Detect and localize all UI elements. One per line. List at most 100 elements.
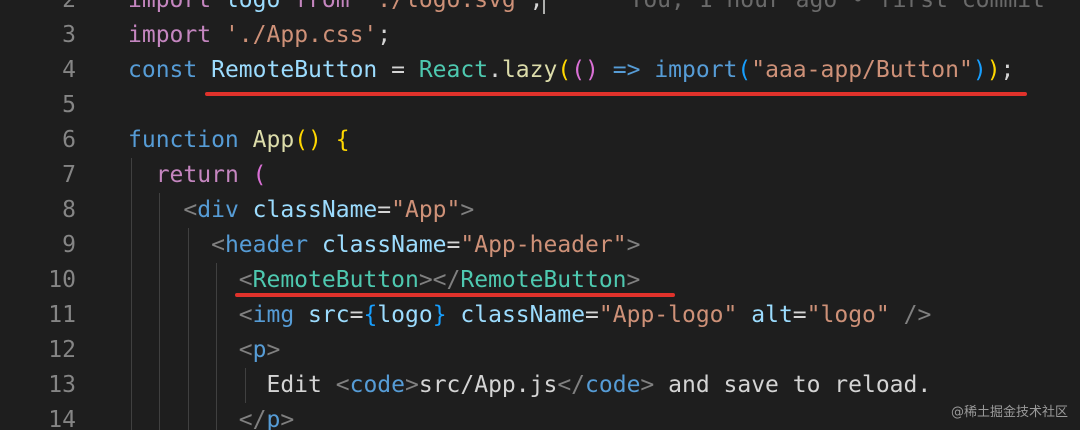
code-line[interactable]: 14 </p>	[0, 403, 1080, 430]
code-token: >	[626, 267, 641, 293]
code-token: header	[224, 232, 309, 258]
code-token: >	[280, 407, 295, 430]
code-token: ;	[529, 0, 544, 13]
indent-guide	[245, 368, 246, 403]
code-token: './logo.svg'	[363, 0, 530, 13]
code-token: const	[128, 57, 198, 83]
line-number: 2	[62, 0, 76, 13]
code-text: </p>	[128, 403, 294, 430]
code-token: "App"	[391, 197, 461, 223]
code-token: App	[252, 127, 295, 153]
annotation-underline-remote-button-import	[205, 92, 1027, 96]
code-line[interactable]: 9 <header className="App-header">	[0, 228, 1080, 263]
code-token: =	[377, 197, 392, 223]
code-token: div	[197, 197, 239, 223]
watermark: @稀土掘金技术社区	[950, 405, 1068, 420]
code-text: <img src={logo} className="App-logo" alt…	[128, 298, 932, 333]
code-token: )	[972, 57, 987, 83]
git-blame-annotation: You, 1 hour ago • first commit	[629, 0, 1045, 13]
code-token: >	[626, 232, 641, 258]
indent-guide	[159, 193, 160, 430]
code-line[interactable]: 2 import logo from './logo.svg'; You, 1 ho…	[0, 0, 1080, 18]
annotation-underline-remote-button-usage	[235, 293, 675, 297]
code-token: />	[903, 302, 932, 328]
code-line[interactable]: 8 <div className="App">	[0, 193, 1080, 228]
code-text: import './App.css';	[128, 18, 391, 53]
code-token: alt	[751, 302, 793, 328]
code-token: <	[238, 337, 253, 363]
code-token: {	[335, 127, 350, 153]
code-editor[interactable]: 2 import logo from './logo.svg'; You, 1 ho…	[0, 0, 1080, 430]
code-token: <	[183, 197, 198, 223]
line-number: 7	[62, 162, 76, 188]
code-token: =	[377, 57, 419, 83]
code-token: =>	[612, 57, 641, 83]
indent-guide	[216, 263, 217, 430]
code-text: <p>	[128, 333, 281, 368]
line-number: 6	[62, 127, 76, 153]
code-text: const RemoteButton = React.lazy(() => im…	[128, 53, 1014, 88]
code-token: import	[128, 0, 212, 13]
code-token: RemoteButton	[460, 267, 627, 293]
code-token: {	[363, 302, 378, 328]
line-number: 14	[48, 407, 76, 430]
code-text: import logo from './logo.svg'; You, 1 hou…	[128, 0, 1045, 18]
code-token: </	[557, 372, 586, 398]
code-token: <	[238, 267, 253, 293]
code-line[interactable]: 13 Edit <code>src/App.js</code> and save…	[0, 368, 1080, 403]
code-token: code	[349, 372, 405, 398]
code-token: >	[266, 337, 281, 363]
code-token: )	[986, 57, 1001, 83]
code-token: ;	[1000, 57, 1015, 83]
code-text: <div className="App">	[128, 193, 474, 228]
code-token: =	[585, 302, 599, 328]
code-line[interactable]: 3 import './App.css';	[0, 18, 1080, 53]
line-number: 9	[62, 232, 76, 258]
code-token: React	[418, 57, 489, 83]
code-line[interactable]: 6 function App() {	[0, 123, 1080, 158]
code-text: function App() {	[128, 123, 350, 158]
code-line[interactable]: 7 return (	[0, 158, 1080, 193]
line-number: 12	[48, 337, 76, 363]
code-token: return	[155, 162, 239, 188]
line-number: 3	[62, 22, 76, 48]
code-token: src/App.js	[418, 372, 558, 398]
code-token: './App.css'	[224, 22, 378, 48]
line-number: 8	[62, 197, 76, 223]
indent-guide	[188, 228, 189, 430]
code-token: =	[349, 302, 364, 328]
code-token: ()	[571, 57, 599, 83]
line-number: 11	[48, 302, 76, 328]
code-token: "App-logo"	[598, 302, 738, 328]
code-text: return (	[128, 158, 267, 193]
code-line[interactable]: 4 const RemoteButton = React.lazy(() => i…	[0, 53, 1080, 88]
code-token: <	[335, 372, 350, 398]
code-token: >	[404, 372, 419, 398]
line-number: 4	[62, 57, 76, 83]
code-token: logo	[224, 0, 281, 13]
code-token: and save to reload.	[654, 372, 932, 398]
code-token: ()	[294, 127, 322, 153]
code-token: </	[238, 407, 267, 430]
code-text: Edit <code>src/App.js</code> and save to…	[128, 368, 931, 403]
code-token: <	[211, 232, 225, 258]
code-token: code	[585, 372, 641, 398]
code-token: RemoteButton	[252, 267, 419, 293]
code-line[interactable]: 12 <p>	[0, 333, 1080, 368]
code-line[interactable]: 11 <img src={logo} className="App-logo" …	[0, 298, 1080, 333]
code-token: "logo"	[806, 302, 890, 328]
